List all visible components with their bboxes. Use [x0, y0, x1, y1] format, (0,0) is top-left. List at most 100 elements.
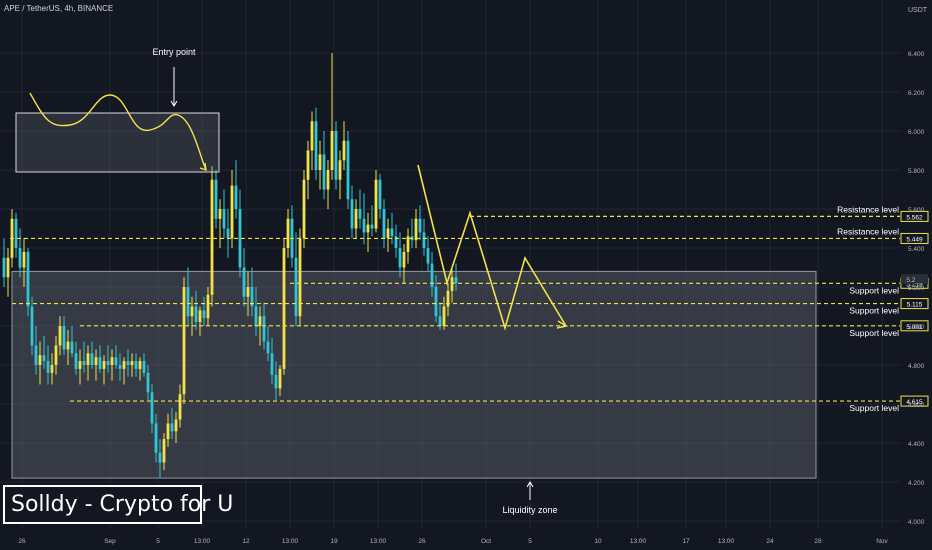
candle-body: [442, 306, 446, 326]
candle-body: [218, 209, 222, 219]
price-tick-label: 5.200: [908, 285, 925, 292]
candle-body: [138, 361, 142, 369]
candle-body: [66, 341, 70, 350]
current-price-label: 5.2__: [906, 277, 923, 284]
candle-body: [70, 341, 74, 354]
candle-body: [214, 179, 218, 219]
candle-body: [134, 361, 138, 369]
candle-body: [202, 310, 206, 319]
price-tick-label: 5.000: [908, 324, 925, 331]
price-tick-label: 4.400: [908, 441, 925, 448]
candle-body: [82, 361, 86, 365]
candle-body: [382, 209, 386, 239]
candle-body: [378, 179, 382, 209]
time-tick-label: 5: [528, 538, 532, 545]
candle-body: [418, 218, 422, 233]
candle-body: [18, 248, 22, 268]
level-price-label: 5.449: [906, 236, 923, 243]
price-tick-label: 5.800: [908, 168, 925, 175]
candle-body: [130, 361, 134, 365]
candle-body: [302, 179, 306, 239]
time-tick-label: 13:00: [630, 538, 647, 545]
candle-body: [106, 361, 110, 365]
level-label: Support level: [849, 328, 899, 338]
candle-body: [246, 287, 250, 297]
level-label: Support level: [849, 403, 899, 413]
candle-body: [294, 257, 298, 317]
candle-body: [154, 423, 158, 453]
candle-body: [318, 154, 322, 170]
candle-body: [126, 361, 130, 365]
time-tick-label: 28: [814, 538, 822, 545]
candle-body: [54, 345, 58, 365]
candle-body: [114, 357, 118, 365]
price-chart[interactable]: Resistance level 5.562 Resistance level 5.4…: [0, 0, 932, 550]
candle-body: [110, 357, 114, 365]
candle-body: [422, 232, 426, 248]
candle-body: [6, 257, 10, 278]
candle-body: [178, 394, 182, 420]
candle-body: [102, 361, 106, 369]
price-tick-label: 4.800: [908, 363, 925, 370]
candle-body: [166, 423, 170, 440]
candle-body: [454, 277, 458, 284]
level-label: Resistance level: [837, 226, 899, 236]
time-tick-label: 10: [594, 538, 602, 545]
candle-body: [266, 341, 270, 354]
price-tick-label: 4.000: [908, 519, 925, 526]
time-tick-label: Nov: [876, 538, 888, 545]
candle-body: [310, 121, 314, 151]
price-tick-label: 5.600: [908, 207, 925, 214]
level-price-label: 5.115: [907, 302, 923, 309]
candle-body: [210, 179, 214, 295]
liquidity-zone: [11, 270, 817, 479]
candle-body: [78, 361, 82, 369]
liquidity-zone-label: Liquidity zone: [502, 505, 557, 515]
candle-body: [370, 224, 374, 229]
candle-body: [58, 326, 62, 346]
candle-body: [230, 185, 234, 239]
price-tick-label: 4.200: [908, 480, 925, 487]
candle-body: [258, 316, 262, 326]
candle-body: [34, 345, 38, 365]
candle-body: [358, 209, 362, 219]
candle-body: [206, 294, 210, 319]
candle-body: [274, 374, 278, 389]
candle-body: [238, 209, 242, 268]
candle-body: [62, 326, 66, 350]
candle-body: [42, 355, 46, 362]
candle-body: [50, 365, 54, 373]
candle-body: [46, 361, 50, 373]
candle-body: [342, 140, 346, 161]
candle-body: [270, 353, 274, 375]
candle-body: [262, 316, 266, 342]
candle-body: [330, 131, 334, 170]
time-tick-label: 24: [766, 538, 774, 545]
candle-body: [298, 238, 302, 317]
time-tick-label: 12: [242, 538, 250, 545]
level-price-label: 5.562: [906, 214, 923, 221]
candle-body: [402, 251, 406, 268]
candle-body: [122, 361, 126, 369]
candle-body: [438, 316, 442, 326]
time-tick-label: Oct: [481, 538, 491, 545]
time-tick-label: 13:00: [718, 538, 735, 545]
time-tick-label: Sep: [104, 538, 116, 545]
candle-body: [170, 423, 174, 432]
candle-body: [338, 160, 342, 180]
candle-body: [434, 287, 438, 317]
candle-body: [146, 372, 150, 393]
candle-body: [158, 452, 162, 463]
candle-body: [386, 228, 390, 239]
level-label: Support level: [849, 285, 899, 295]
candle-body: [98, 357, 102, 369]
time-tick-label: 26: [418, 538, 426, 545]
brand-watermark: Solldy - Crypto for U: [3, 485, 233, 524]
candle-body: [362, 218, 366, 233]
time-tick-label: 13:00: [194, 538, 211, 545]
candle-body: [406, 236, 410, 252]
symbol-header[interactable]: APE / TetherUS, 4h, BINANCE: [4, 4, 113, 13]
candle-body: [162, 439, 166, 463]
candle-body: [350, 199, 354, 229]
candle-body: [334, 131, 338, 180]
